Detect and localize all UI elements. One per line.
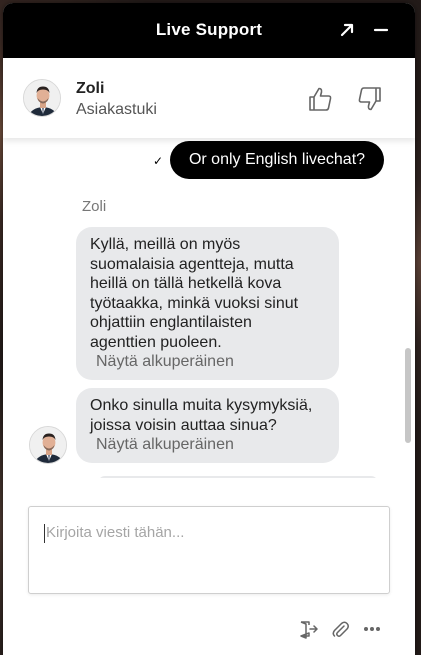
agent-role: Asiakastuki: [76, 101, 157, 118]
message-list[interactable]: ✓ Or only English livechat? Zoli Kyllä, …: [3, 138, 415, 478]
message-input[interactable]: Kirjoita viesti tähän...: [28, 506, 390, 594]
message-line: suomalaisia agentteja, mutta: [90, 255, 294, 273]
agent-message-bubble: Onko sinulla muita kysymyksiä, joissa vo…: [76, 388, 339, 463]
partial-message-bubble: [98, 476, 378, 478]
minimize-icon[interactable]: [370, 19, 392, 41]
message-input-placeholder: Kirjoita viesti tähän...: [46, 524, 185, 541]
message-line: heillä on tällä hetkellä kova: [90, 275, 282, 292]
user-message-bubble: Or only English livechat?: [170, 141, 384, 179]
sent-check-icon: ✓: [153, 154, 164, 168]
message-line: agenttien puoleen.: [90, 333, 222, 351]
paperclip-icon[interactable]: [329, 618, 351, 640]
agent-name: Zoli: [76, 80, 105, 97]
sender-name: Zoli: [82, 198, 107, 215]
widget-header: Live Support: [3, 3, 415, 58]
more-options-icon[interactable]: [361, 618, 383, 640]
text-caret: [44, 524, 45, 543]
live-support-widget: Live Support Zoli Asiakastuki ✓ Or only …: [3, 3, 415, 655]
show-original-link[interactable]: Näytä alkuperäinen: [96, 352, 327, 372]
expand-arrow-icon[interactable]: [336, 19, 358, 41]
agent-avatar-small: [29, 426, 67, 464]
agent-info-bar: Zoli Asiakastuki: [3, 58, 415, 138]
thumbs-up-icon[interactable]: [306, 85, 334, 113]
message-line: työtaakka, minkä vuoksi sinut: [90, 294, 299, 312]
agent-message-bubble: Kyllä, meillä on myös suomalaisia agentt…: [76, 227, 339, 380]
agent-avatar: [23, 79, 61, 117]
thumbs-down-icon[interactable]: [356, 85, 384, 113]
message-line: ohjattiin englantilaisten: [90, 314, 252, 331]
exit-chat-icon[interactable]: [297, 618, 319, 640]
message-line: joissa voisin auttaa sinua?: [90, 416, 277, 434]
message-line: Kyllä, meillä on myös: [90, 236, 241, 253]
show-original-link[interactable]: Näytä alkuperäinen: [96, 435, 327, 455]
message-line: Onko sinulla muita kysymyksiä,: [90, 397, 313, 414]
message-scrollbar[interactable]: [405, 348, 411, 443]
